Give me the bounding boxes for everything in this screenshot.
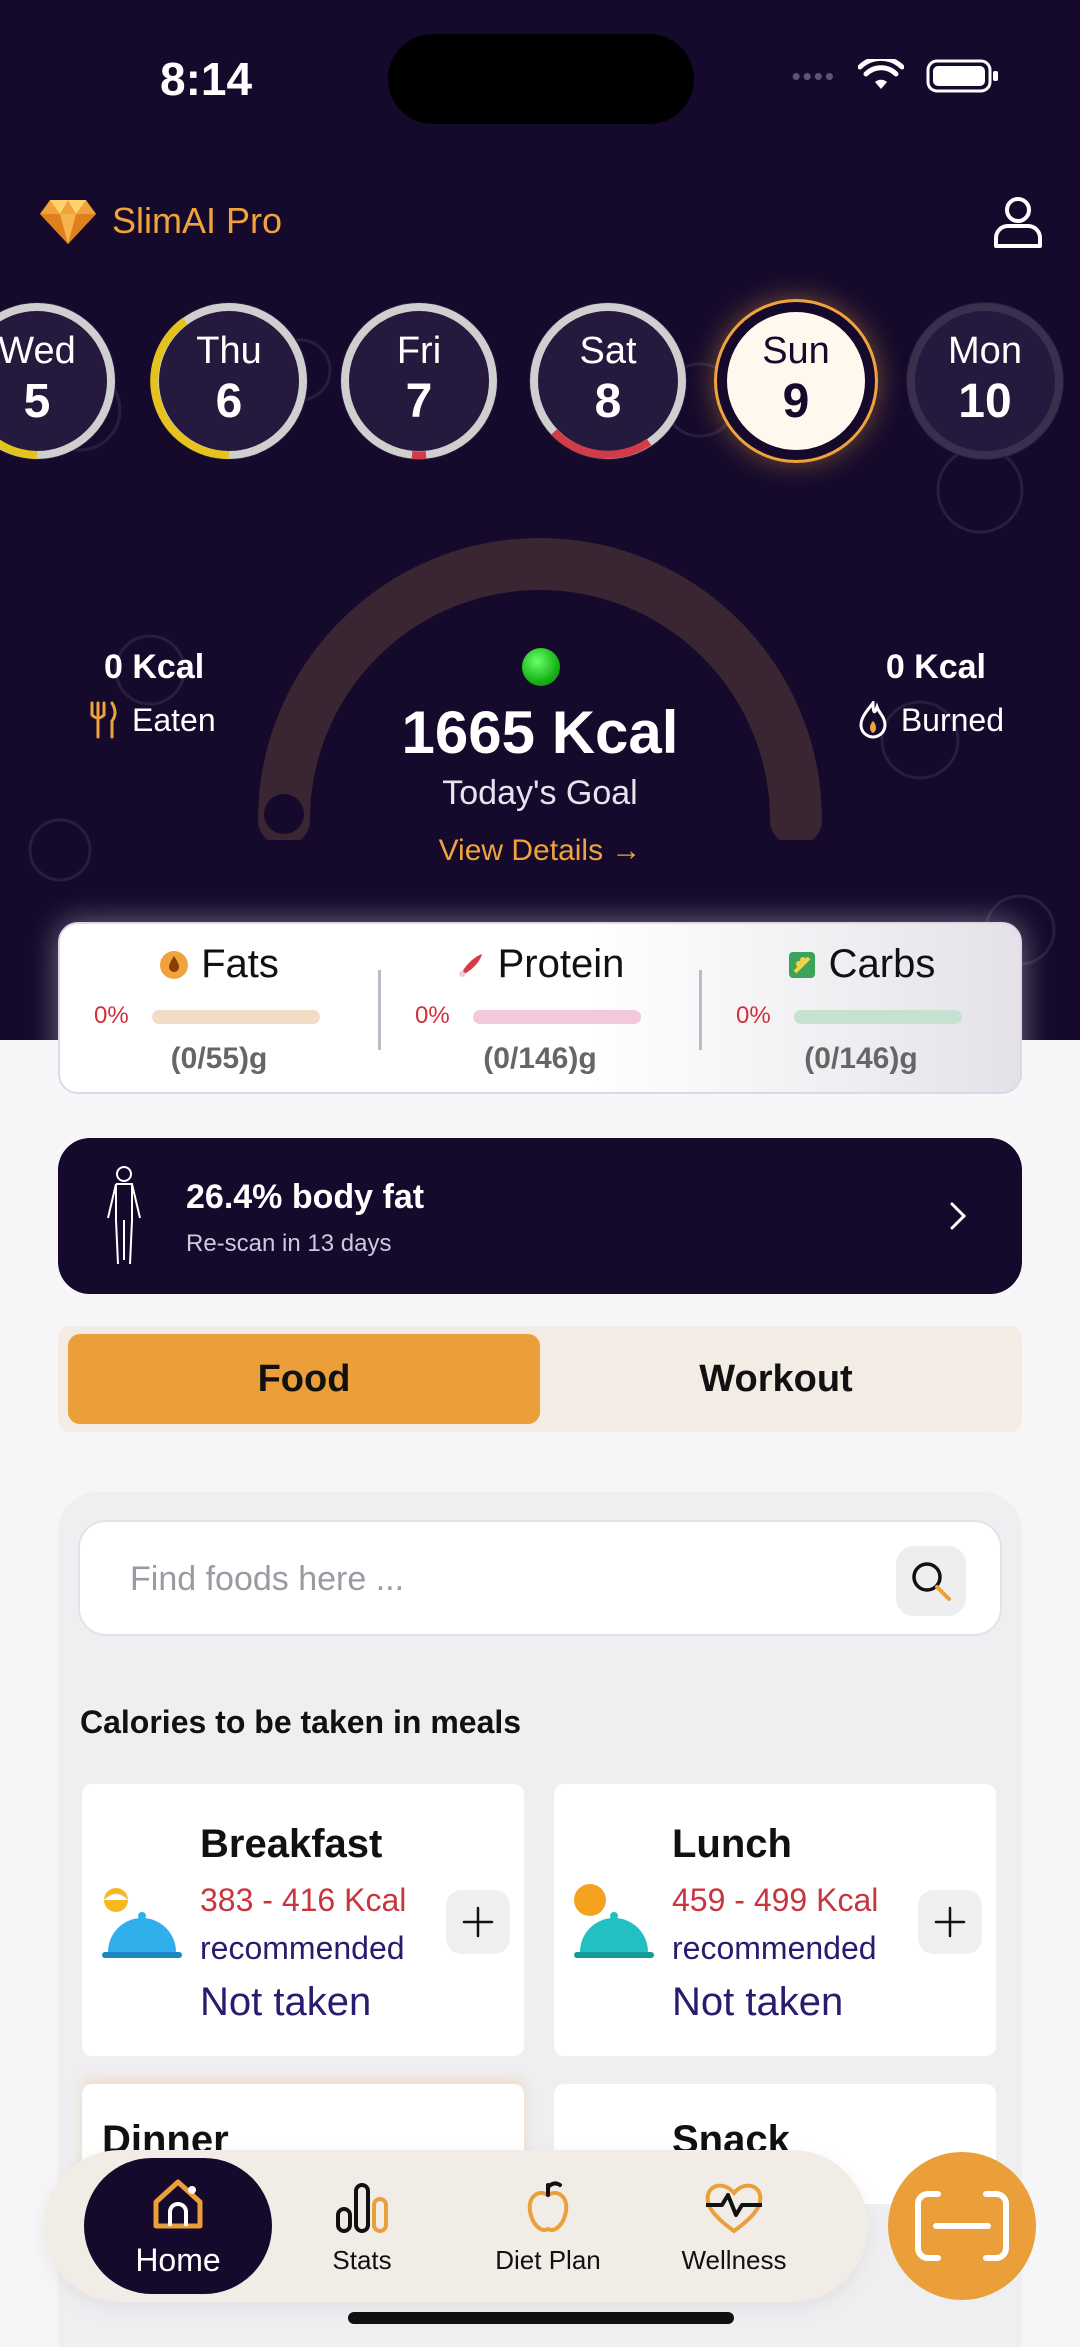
- meal-kcal-range: 459 - 499 Kcal: [672, 1882, 879, 1918]
- meal-recommended: recommended: [200, 1930, 405, 1966]
- meal-status: Not taken: [200, 1980, 372, 2024]
- macro-percent: 0%: [94, 1002, 129, 1029]
- macro-progress-bar: [152, 1010, 320, 1024]
- burned-kcal: 0 Kcal: [885, 648, 986, 686]
- meal-recommended: recommended: [672, 1930, 877, 1966]
- home-icon: [153, 2179, 203, 2228]
- macro-amount: (0/146)g: [804, 1042, 918, 1075]
- add-lunch-button[interactable]: [918, 1890, 982, 1954]
- food-workout-toggle: Food Workout: [58, 1326, 1022, 1432]
- meal-status: Not taken: [672, 1980, 844, 2024]
- apple-icon: [527, 2180, 569, 2232]
- day-wed[interactable]: Wed 5: [0, 302, 116, 460]
- scan-food-button[interactable]: [888, 2152, 1036, 2300]
- meal-name: Lunch: [672, 1822, 792, 1866]
- dynamic-island: [388, 34, 694, 124]
- eaten-kcal: 0 Kcal: [104, 648, 205, 686]
- day-sun-selected[interactable]: Sun 9: [714, 299, 878, 463]
- status-time: 8:14: [160, 53, 253, 105]
- day-thu[interactable]: Thu 6: [150, 302, 308, 460]
- battery-icon: [926, 59, 998, 93]
- tab-diet-plan[interactable]: Diet Plan: [458, 2150, 638, 2302]
- macro-name: Fats: [201, 942, 279, 986]
- macro-progress-bar: [473, 1010, 641, 1024]
- meal-card-lunch[interactable]: Lunch 459 - 499 Kcal recommended Not tak…: [554, 1784, 996, 2056]
- macros-card: Fats 0% (0/55)g Protein 0% (0/146)g Carb…: [58, 922, 1022, 1094]
- search-icon: [912, 1562, 951, 1601]
- bottom-tab-bar: Home Stats Diet Plan Wellness: [44, 2150, 868, 2302]
- macro-name: Carbs: [828, 942, 936, 986]
- profile-icon[interactable]: [988, 192, 1048, 252]
- diamond-icon: [40, 200, 96, 244]
- tab-label: Wellness: [681, 2244, 787, 2275]
- view-details-link[interactable]: View Details →: [0, 834, 1080, 868]
- macro-name: Protein: [497, 942, 625, 986]
- add-breakfast-button[interactable]: [446, 1890, 510, 1954]
- breakfast-cloche-icon: [102, 1888, 182, 1958]
- home-indicator: [348, 2312, 734, 2324]
- tab-label: Stats: [332, 2244, 392, 2275]
- meal-card-breakfast[interactable]: Breakfast 383 - 416 Kcal recommended Not…: [82, 1784, 524, 2056]
- stats-icon: [336, 2182, 388, 2233]
- grain-icon: [788, 951, 815, 978]
- tab-stats[interactable]: Stats: [272, 2150, 452, 2302]
- rescan-note: Re-scan in 13 days: [186, 1230, 392, 1257]
- meals-section-title: Calories to be taken in meals: [80, 1704, 522, 1740]
- macro-protein: Protein 0% (0/146)g: [381, 924, 699, 1092]
- status-icons: ••••: [792, 58, 1000, 94]
- tab-wellness[interactable]: Wellness: [644, 2150, 824, 2302]
- tab-workout[interactable]: Workout: [540, 1334, 1012, 1424]
- tab-label: Diet Plan: [495, 2244, 601, 2275]
- macro-amount: (0/55)g: [170, 1042, 268, 1075]
- daily-goal-value: 1665 Kcal: [401, 699, 679, 766]
- brand-name: SlimAI Pro: [112, 200, 283, 241]
- fat-drop-icon: [160, 950, 189, 979]
- daily-goal-label: Today's Goal: [442, 774, 638, 812]
- tab-label: Home: [135, 2241, 221, 2278]
- day-sat[interactable]: Sat 8: [529, 302, 687, 460]
- macro-carbs: Carbs 0% (0/146)g: [702, 924, 1020, 1092]
- heart-pulse-icon: [705, 2183, 763, 2233]
- macro-fats: Fats 0% (0/55)g: [60, 924, 378, 1092]
- search-button[interactable]: [896, 1546, 966, 1616]
- tab-home[interactable]: Home: [84, 2158, 272, 2294]
- macro-percent: 0%: [415, 1002, 450, 1029]
- chevron-right-icon: [950, 1202, 967, 1230]
- tab-food[interactable]: Food: [68, 1334, 540, 1424]
- macro-percent: 0%: [736, 1002, 771, 1029]
- plus-icon: [462, 1906, 494, 1938]
- goal-status-dot: [522, 648, 560, 686]
- macro-progress-bar: [794, 1010, 962, 1024]
- meal-kcal-range: 383 - 416 Kcal: [200, 1882, 407, 1918]
- brand[interactable]: SlimAI Pro: [38, 196, 282, 246]
- food-search-field[interactable]: Find foods here ...: [78, 1520, 1002, 1636]
- wifi-icon: [858, 59, 904, 89]
- body-silhouette-icon: [107, 1166, 141, 1265]
- day-name: Sun: [762, 330, 830, 373]
- meal-name: Breakfast: [200, 1822, 383, 1866]
- scan-icon: [915, 2191, 1009, 2261]
- day-mon[interactable]: Mon 10: [906, 302, 1064, 460]
- signal-icon: ••••: [791, 60, 836, 91]
- plus-icon: [934, 1906, 966, 1938]
- body-fat-value: 26.4% body fat: [186, 1178, 425, 1216]
- day-fri[interactable]: Fri 7: [340, 302, 498, 460]
- search-placeholder: Find foods here ...: [130, 1560, 405, 1598]
- body-fat-card[interactable]: 26.4% body fat Re-scan in 13 days: [58, 1138, 1022, 1294]
- macro-amount: (0/146)g: [483, 1042, 597, 1075]
- meat-icon: [458, 953, 482, 977]
- lunch-cloche-icon: [574, 1884, 654, 1958]
- day-number: 9: [782, 375, 810, 429]
